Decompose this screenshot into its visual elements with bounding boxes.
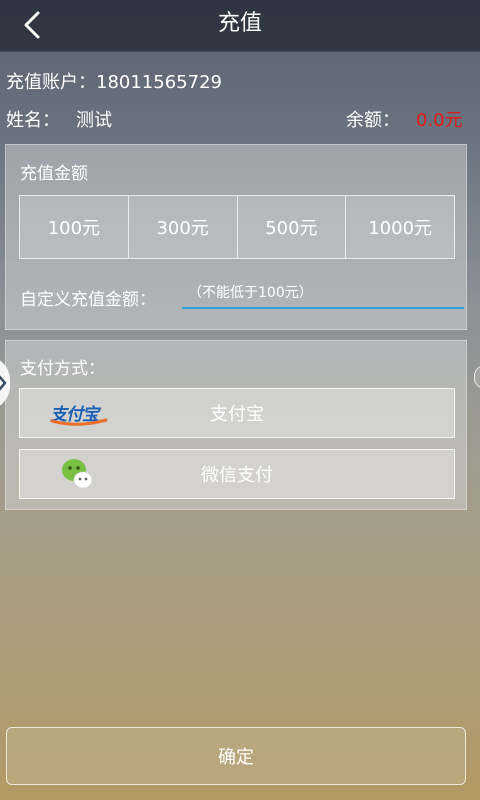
amount-option-1000[interactable]: 1000元 [346, 196, 454, 258]
page-title: 充值 [217, 11, 262, 36]
wechat-pay-button[interactable]: 微信支付 [19, 449, 455, 499]
name-value: 测试 [76, 110, 112, 131]
balance-label: 余额： [346, 110, 400, 131]
payment-panel: 支付方式： 支付宝 支付宝 微信支付 [5, 340, 467, 510]
payment-panel-label: 支付方式： [20, 359, 105, 379]
confirm-button[interactable]: 确定 [6, 727, 466, 785]
top-bar: 充值 [0, 0, 480, 52]
account-number: 18011565729 [96, 72, 222, 93]
amount-option-300[interactable]: 300元 [129, 196, 238, 258]
amount-option-500[interactable]: 500元 [238, 196, 347, 258]
name-label: 姓名： [6, 110, 60, 131]
alipay-label: 支付宝 [210, 404, 264, 425]
account-row: 充值账户：18011565729 [6, 68, 222, 94]
custom-amount-label: 自定义充值金额： [20, 290, 156, 310]
amount-options: 100元 300元 500元 1000元 [19, 195, 455, 259]
account-label: 充值账户： [6, 72, 96, 93]
amount-panel-label: 充值金额 [20, 164, 88, 184]
balance-value: 0.0元 [416, 110, 463, 131]
amount-option-100[interactable]: 100元 [20, 196, 129, 258]
wechat-pay-label: 微信支付 [201, 465, 273, 486]
right-side-handle[interactable] [474, 365, 480, 389]
amount-panel: 充值金额 100元 300元 500元 1000元 自定义充值金额： [5, 144, 467, 330]
alipay-button[interactable]: 支付宝 支付宝 [19, 388, 455, 438]
chevron-right-icon [0, 375, 7, 391]
custom-amount-input[interactable] [182, 281, 464, 309]
